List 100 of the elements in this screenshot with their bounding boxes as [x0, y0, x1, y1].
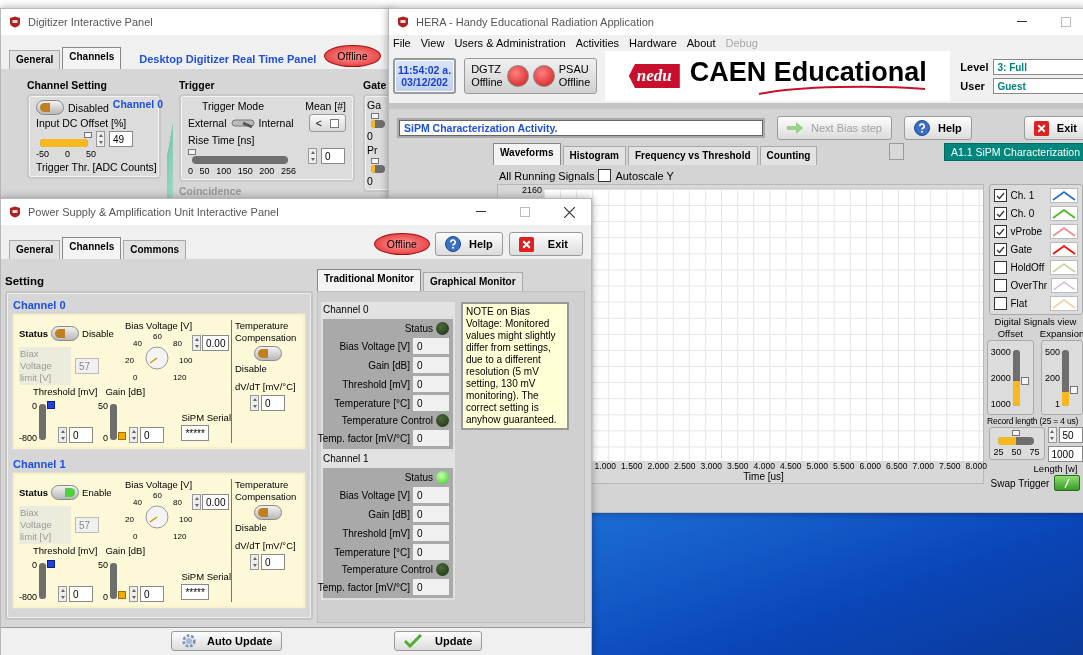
tab[interactable]: General	[9, 240, 61, 259]
value-field[interactable]: 0	[413, 430, 449, 446]
value-field[interactable]: 0	[321, 148, 345, 164]
checkbox[interactable]	[993, 243, 1007, 256]
slider-control[interactable]	[39, 563, 56, 599]
auto-update-button[interactable]: Auto Update	[171, 631, 283, 651]
menu-item[interactable]: Users & Administration	[454, 37, 566, 49]
checkbox[interactable]	[993, 207, 1007, 220]
value-field[interactable]: 0	[413, 357, 449, 373]
slider-thumb[interactable]	[1011, 430, 1020, 436]
checkbox[interactable]	[993, 297, 1007, 310]
slider-control[interactable]	[1012, 350, 1030, 406]
value-field[interactable]: 0	[261, 395, 285, 411]
minimize-icon[interactable]	[1017, 21, 1027, 23]
slider-thumb[interactable]	[371, 158, 380, 164]
exit-button[interactable]: Exit	[1023, 116, 1083, 140]
tab[interactable]: Frequency vs Threshold	[628, 146, 758, 165]
spinner-control[interactable]	[129, 427, 139, 443]
tab[interactable]: Graphical Monitor	[423, 272, 523, 291]
menu-item[interactable]: File	[393, 37, 411, 49]
value-field[interactable]: 0	[413, 525, 449, 541]
tab[interactable]: Waveforms	[493, 143, 561, 165]
value-field[interactable]: 50	[1058, 427, 1083, 443]
value-field[interactable]: 0	[413, 544, 449, 560]
toggle-switch[interactable]	[36, 100, 64, 115]
spinner-control[interactable]	[250, 554, 259, 570]
slider-control[interactable]	[1062, 350, 1080, 406]
checkbox[interactable]	[598, 169, 612, 182]
toggle-switch[interactable]	[253, 505, 282, 520]
menu-item[interactable]: About	[686, 37, 716, 49]
checkbox[interactable]	[993, 189, 1007, 202]
exit-button[interactable]: Exit	[508, 232, 583, 256]
tab[interactable]: Counting	[759, 146, 818, 165]
minimize-icon[interactable]	[476, 211, 486, 213]
value-field[interactable]: 0	[261, 554, 285, 570]
value-field[interactable]: 0.00	[202, 494, 230, 510]
value-field[interactable]: Guest	[993, 77, 1083, 94]
offline-button[interactable]: Offline	[373, 233, 430, 255]
toggle-switch[interactable]	[253, 346, 282, 361]
value-field[interactable]: 0.00	[202, 335, 230, 351]
help-button[interactable]: Help	[903, 116, 972, 140]
tab[interactable]: Commons	[123, 240, 187, 259]
slider-thumb[interactable]	[1070, 386, 1079, 395]
slider-thumb[interactable]	[47, 560, 55, 569]
slider-thumb[interactable]	[47, 401, 55, 410]
value-field[interactable]: 49	[109, 131, 133, 147]
toggle-switch[interactable]	[51, 326, 80, 341]
slider-control[interactable]	[39, 404, 56, 440]
spinner-control[interactable]	[1047, 427, 1057, 443]
help-button[interactable]: Help	[434, 232, 503, 256]
update-button[interactable]: Update	[394, 631, 483, 651]
slider-thumb[interactable]	[1020, 376, 1029, 385]
value-field[interactable]: 0	[140, 427, 165, 443]
activity-field[interactable]: SiPM Characterization Activity.	[397, 118, 766, 138]
value-field[interactable]: *****	[181, 584, 209, 600]
spinner-control[interactable]	[192, 494, 201, 510]
value-field[interactable]: 0	[413, 579, 449, 595]
menu-item[interactable]: Hardware	[629, 37, 677, 49]
menu-item[interactable]: Activities	[575, 37, 620, 49]
slider-thumb[interactable]	[83, 131, 92, 138]
spinner-control[interactable]	[58, 586, 67, 602]
slider-thumb[interactable]	[118, 591, 127, 599]
value-field[interactable]: 0	[69, 586, 93, 602]
value-field[interactable]: 0	[69, 427, 93, 443]
mean-dropdown[interactable]: <	[308, 114, 346, 132]
value-field[interactable]: *****	[181, 425, 209, 441]
checkbox[interactable]	[993, 261, 1007, 274]
slider-thumb[interactable]	[188, 148, 196, 155]
tab[interactable]: General	[9, 50, 61, 69]
swap-trigger-button[interactable]	[1054, 475, 1081, 491]
slider-control[interactable]	[110, 563, 128, 599]
mode-switch[interactable]	[230, 117, 255, 129]
value-field[interactable]: 0	[413, 487, 449, 503]
close-icon[interactable]	[564, 206, 575, 218]
toggle-switch[interactable]	[51, 485, 80, 500]
tab[interactable]: Channels	[62, 47, 122, 69]
tab[interactable]: Histogram	[562, 146, 626, 165]
spinner-control[interactable]	[250, 395, 259, 411]
spinner-control[interactable]	[308, 148, 317, 164]
offline-button[interactable]: Offline	[324, 45, 381, 67]
spinner-control[interactable]	[58, 427, 67, 443]
value-field[interactable]: 0	[413, 506, 449, 522]
checkbox[interactable]	[993, 225, 1007, 238]
spinner-control[interactable]	[129, 586, 139, 602]
value-field[interactable]: 3: Full	[993, 58, 1083, 75]
spinner-control[interactable]	[96, 131, 105, 147]
value-field[interactable]: 0	[413, 376, 449, 392]
menu-item[interactable]: View	[420, 37, 445, 49]
tab[interactable]: Channels	[62, 237, 122, 259]
value-field[interactable]: 0	[140, 586, 165, 602]
signal-label: vProbe	[1010, 226, 1044, 237]
value-field[interactable]: 0	[413, 338, 449, 354]
value-field[interactable]: 1000	[1047, 446, 1083, 462]
spinner-control[interactable]	[192, 335, 201, 351]
slider-control[interactable]	[110, 404, 128, 440]
checkbox[interactable]	[993, 279, 1007, 292]
value-field[interactable]: 0	[413, 395, 449, 411]
slider-thumb[interactable]	[371, 113, 380, 119]
slider-thumb[interactable]	[118, 432, 127, 440]
tab[interactable]: Traditional Monitor	[317, 269, 421, 291]
